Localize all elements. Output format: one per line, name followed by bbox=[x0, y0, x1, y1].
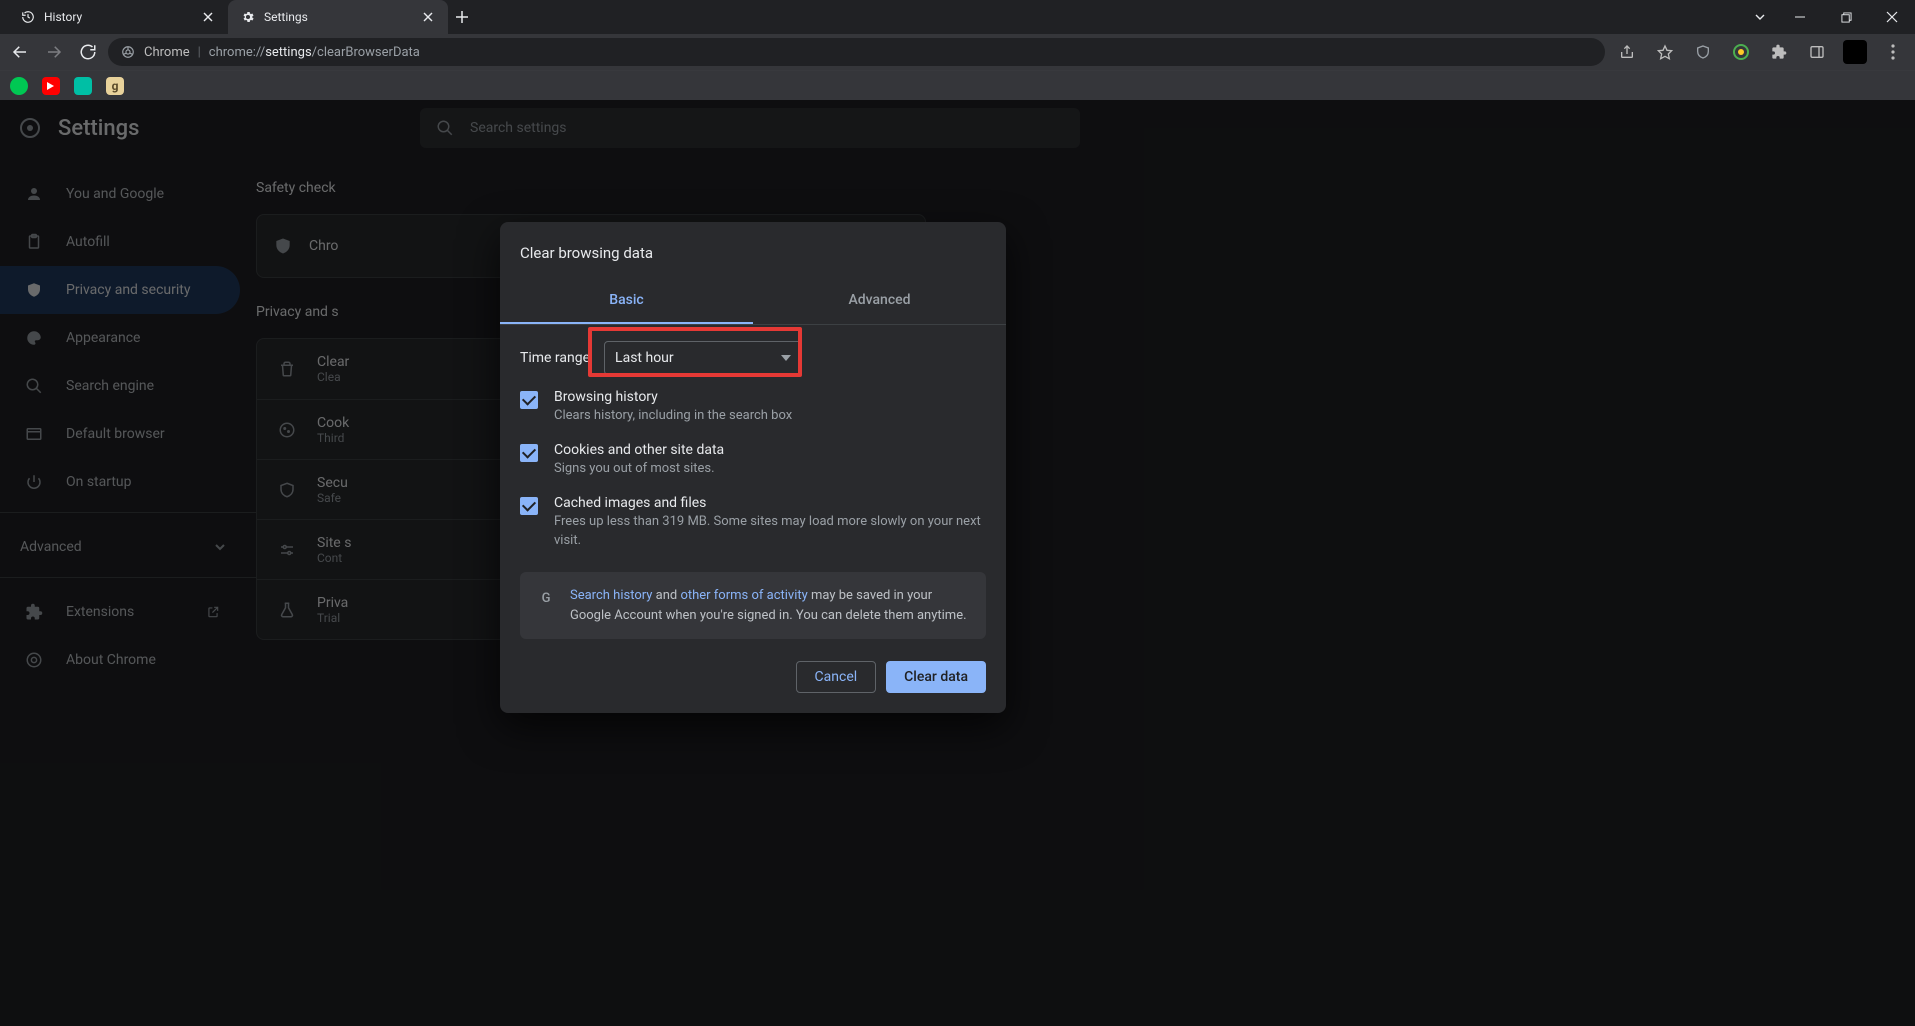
time-range-select[interactable]: Last hour bbox=[604, 341, 802, 375]
dialog-tabs: Basic Advanced bbox=[500, 276, 1006, 324]
option-subtitle: Clears history, including in the search … bbox=[554, 407, 792, 426]
omnibox-host: Chrome bbox=[144, 45, 190, 60]
close-window-button[interactable] bbox=[1869, 0, 1915, 34]
bookmark-icon[interactable] bbox=[74, 77, 92, 95]
browser-toolbar: Chrome | chrome://settings/clearBrowserD… bbox=[0, 34, 1915, 70]
extensions-puzzle-icon[interactable] bbox=[1763, 38, 1795, 66]
search-history-link[interactable]: Search history bbox=[570, 588, 652, 603]
bookmark-icon[interactable] bbox=[10, 77, 28, 95]
option-subtitle: Frees up less than 319 MB. Some sites ma… bbox=[554, 513, 986, 551]
title-bar: History Settings bbox=[0, 0, 1915, 34]
gear-icon bbox=[240, 9, 256, 25]
option-browsing-history[interactable]: Browsing history Clears history, includi… bbox=[500, 381, 1006, 434]
chrome-icon bbox=[120, 44, 136, 60]
bookmarks-bar: g bbox=[0, 70, 1915, 100]
window-controls bbox=[1743, 0, 1915, 34]
checkbox-checked-icon[interactable] bbox=[520, 497, 538, 515]
bookmark-star-icon[interactable] bbox=[1649, 38, 1681, 66]
tab-search-button[interactable] bbox=[1743, 0, 1777, 34]
close-icon[interactable] bbox=[200, 9, 216, 25]
google-account-info: G Search history and other forms of acti… bbox=[520, 572, 986, 639]
share-icon[interactable] bbox=[1611, 38, 1643, 66]
chevron-down-icon bbox=[781, 355, 791, 361]
tab-advanced[interactable]: Advanced bbox=[753, 276, 1006, 324]
time-range-value: Last hour bbox=[615, 350, 674, 366]
option-title: Browsing history bbox=[554, 389, 792, 405]
option-title: Cookies and other site data bbox=[554, 442, 724, 458]
forward-button[interactable] bbox=[40, 38, 68, 66]
time-range-row: Time range Last hour bbox=[500, 325, 1006, 381]
minimize-button[interactable] bbox=[1777, 0, 1823, 34]
omnibox-separator: | bbox=[198, 45, 201, 60]
history-icon bbox=[20, 9, 36, 25]
option-cookies[interactable]: Cookies and other site data Signs you ou… bbox=[500, 434, 1006, 487]
time-range-label: Time range bbox=[520, 350, 590, 366]
info-text: Search history and other forms of activi… bbox=[570, 586, 970, 625]
side-panel-icon[interactable] bbox=[1801, 38, 1833, 66]
back-button[interactable] bbox=[6, 38, 34, 66]
omnibox-path: chrome://settings/clearBrowserData bbox=[209, 45, 420, 60]
bookmark-icon[interactable]: g bbox=[106, 77, 124, 95]
address-bar[interactable]: Chrome | chrome://settings/clearBrowserD… bbox=[108, 38, 1605, 66]
option-title: Cached images and files bbox=[554, 495, 986, 511]
option-subtitle: Signs you out of most sites. bbox=[554, 460, 724, 479]
maximize-button[interactable] bbox=[1823, 0, 1869, 34]
checkbox-checked-icon[interactable] bbox=[520, 391, 538, 409]
other-activity-link[interactable]: other forms of activity bbox=[680, 588, 807, 603]
bookmark-icon[interactable] bbox=[42, 77, 60, 95]
menu-dots-icon[interactable] bbox=[1877, 38, 1909, 66]
tab-strip: History Settings bbox=[0, 0, 1743, 34]
tab-history[interactable]: History bbox=[8, 0, 228, 34]
tab-settings[interactable]: Settings bbox=[228, 0, 448, 34]
extension-shield-icon[interactable] bbox=[1687, 38, 1719, 66]
dialog-title: Clear browsing data bbox=[500, 222, 1006, 276]
option-cache[interactable]: Cached images and files Frees up less th… bbox=[500, 487, 1006, 559]
reload-button[interactable] bbox=[74, 38, 102, 66]
new-tab-button[interactable] bbox=[448, 0, 476, 34]
cancel-button[interactable]: Cancel bbox=[796, 661, 877, 693]
checkbox-checked-icon[interactable] bbox=[520, 444, 538, 462]
clear-browsing-data-dialog: Clear browsing data Basic Advanced Time … bbox=[500, 222, 1006, 713]
dialog-footer: Cancel Clear data bbox=[500, 639, 1006, 697]
profile-avatar[interactable] bbox=[1839, 38, 1871, 66]
clear-data-button[interactable]: Clear data bbox=[886, 661, 986, 693]
close-icon[interactable] bbox=[420, 9, 436, 25]
extension-circle-icon[interactable] bbox=[1725, 38, 1757, 66]
tab-history-label: History bbox=[44, 10, 192, 24]
settings-page: Settings Search settings You and Google … bbox=[0, 100, 1915, 1026]
google-g-icon: G bbox=[536, 588, 556, 608]
tab-basic[interactable]: Basic bbox=[500, 276, 753, 324]
tab-settings-label: Settings bbox=[264, 10, 412, 24]
